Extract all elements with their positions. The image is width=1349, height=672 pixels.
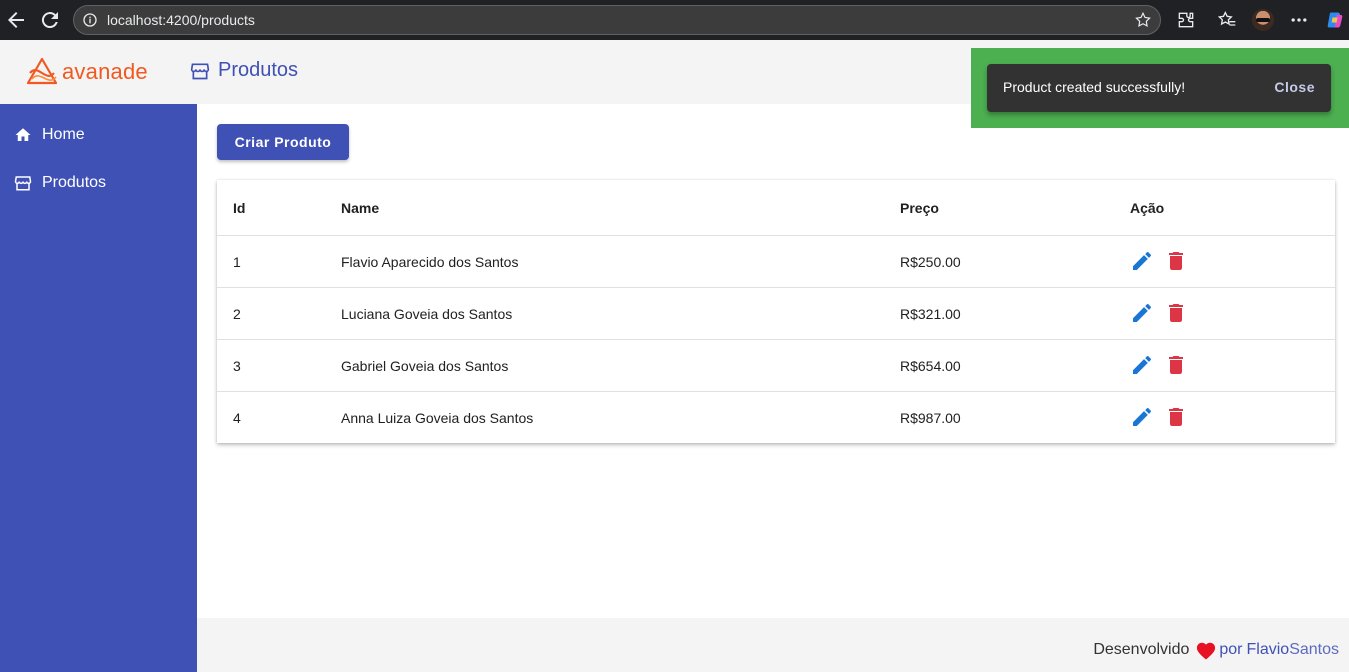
edit-icon[interactable] [1130, 353, 1154, 377]
edit-icon[interactable] [1130, 249, 1154, 273]
favorites-icon[interactable] [1217, 10, 1237, 30]
table-header-row: Id Name Preço Ação [217, 180, 1335, 236]
address-bar[interactable]: localhost:4200/products [73, 5, 1161, 35]
profile-avatar[interactable] [1252, 9, 1274, 31]
products-table: Id Name Preço Ação 1 Flavio Aparecido do… [217, 180, 1335, 443]
sidebar-item-label: Home [42, 126, 85, 143]
table-row: 2 Luciana Goveia dos Santos R$321.00 [217, 288, 1335, 340]
table-row: 3 Gabriel Goveia dos Santos R$654.00 [217, 340, 1335, 392]
info-icon[interactable] [82, 12, 98, 28]
row-name: Gabriel Goveia dos Santos [341, 358, 509, 374]
table-row: 4 Anna Luiza Goveia dos Santos R$987.00 [217, 392, 1335, 444]
delete-icon[interactable] [1164, 405, 1188, 429]
snackbar-close-button[interactable]: Close [1274, 79, 1315, 95]
footer: Desenvolvido por FlavioSantos [197, 618, 1349, 672]
edit-icon[interactable] [1130, 405, 1154, 429]
url-text: localhost:4200/products [107, 12, 255, 28]
row-price: R$250.00 [900, 254, 961, 270]
reload-icon[interactable] [38, 8, 62, 32]
extensions-icon[interactable] [1176, 10, 1196, 30]
row-price: R$654.00 [900, 358, 961, 374]
column-header-action: Ação [1130, 200, 1165, 216]
snackbar-message: Product created successfully! [1003, 79, 1186, 95]
page-title-text: Produtos [218, 59, 299, 81]
row-price: R$987.00 [900, 410, 961, 426]
snackbar: Product created successfully! Close [987, 64, 1331, 112]
row-id: 2 [233, 306, 241, 322]
row-name: Anna Luiza Goveia dos Santos [341, 410, 534, 426]
column-header-price[interactable]: Preço [900, 200, 939, 216]
row-id: 4 [233, 410, 241, 426]
heart-icon [1197, 642, 1216, 660]
sidebar-item-label: Produtos [42, 174, 107, 191]
delete-icon[interactable] [1164, 353, 1188, 377]
row-id: 1 [233, 254, 241, 270]
column-header-name[interactable]: Name [341, 200, 379, 216]
sidebar: Home Produtos [0, 104, 197, 672]
column-header-id[interactable]: Id [233, 200, 245, 216]
delete-icon[interactable] [1164, 301, 1188, 325]
row-id: 3 [233, 358, 241, 374]
brand-logo[interactable]: avanade [26, 56, 148, 88]
delete-icon[interactable] [1164, 249, 1188, 273]
row-name: Luciana Goveia dos Santos [341, 306, 513, 322]
footer-by-text: por [1219, 641, 1243, 658]
author-first-name: Flavio [1246, 641, 1290, 658]
favorite-star-icon[interactable] [1134, 11, 1152, 29]
copilot-icon[interactable] [1325, 10, 1345, 30]
browser-toolbar: localhost:4200/products [0, 0, 1349, 40]
home-icon [15, 128, 31, 141]
footer-author-link[interactable]: FlavioSantos [1247, 641, 1340, 659]
brand-name: avanade [62, 59, 148, 84]
sidebar-item-home[interactable]: Home [14, 126, 85, 144]
store-icon [190, 63, 210, 79]
avanade-logo-icon [26, 57, 58, 85]
store-icon [14, 176, 32, 191]
footer-developed-text: Desenvolvido [1093, 641, 1190, 658]
footer-credits: Desenvolvido por FlavioSantos [1093, 640, 1339, 660]
back-icon[interactable] [4, 8, 28, 32]
sidebar-item-produtos[interactable]: Produtos [14, 174, 106, 192]
create-product-button[interactable]: Criar Produto [217, 124, 349, 160]
more-options-icon[interactable] [1289, 10, 1309, 30]
row-name: Flavio Aparecido dos Santos [341, 254, 519, 270]
row-price: R$321.00 [900, 306, 961, 322]
author-last-name: Santos [1289, 641, 1339, 658]
edit-icon[interactable] [1130, 301, 1154, 325]
page-title: Produtos [190, 59, 298, 82]
snackbar-container: Product created successfully! Close [971, 48, 1349, 128]
table-row: 1 Flavio Aparecido dos Santos R$250.00 [217, 236, 1335, 288]
